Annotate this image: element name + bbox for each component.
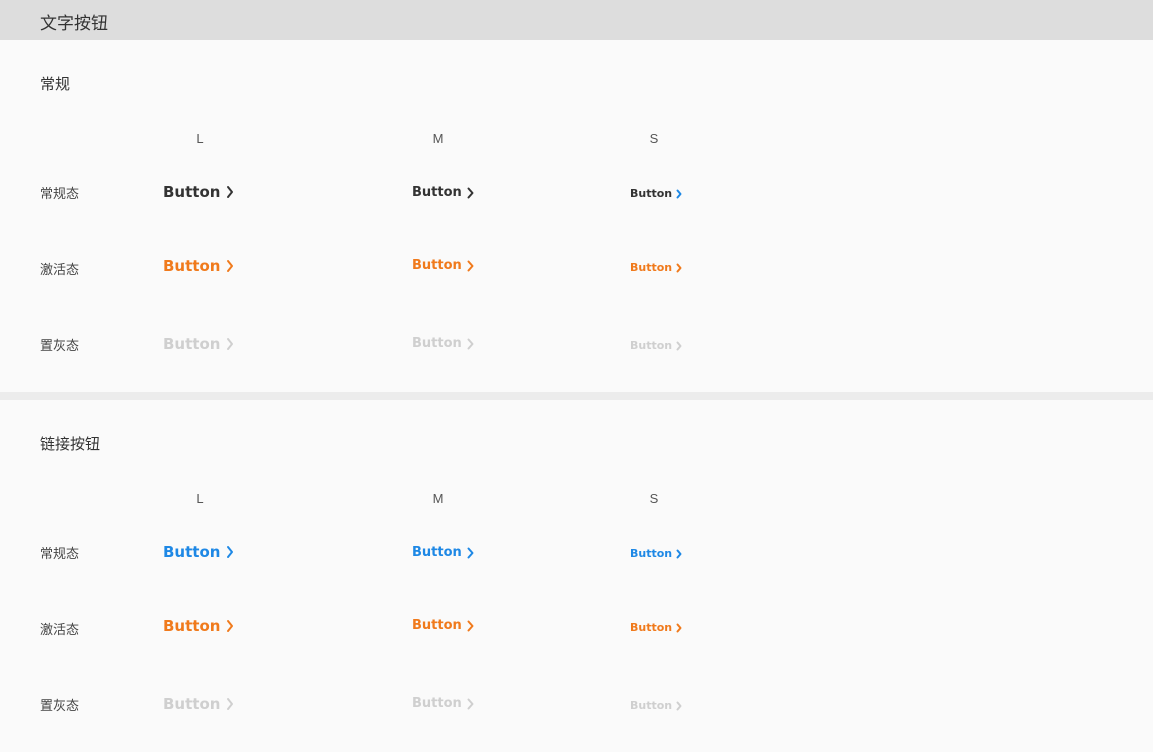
text-button-active-l[interactable]: Button <box>163 257 234 275</box>
button-label: Button <box>630 699 673 712</box>
column-head-s: S <box>649 131 659 146</box>
column-head-s: S <box>649 491 659 506</box>
text-button-active-s[interactable]: Button <box>630 261 682 274</box>
chevron-right-icon <box>676 341 682 350</box>
chevron-right-icon <box>227 260 234 272</box>
button-label: Button <box>630 261 673 274</box>
chevron-right-icon <box>676 623 682 632</box>
button-label: Button <box>630 621 673 634</box>
section-title: 常规 <box>40 75 71 93</box>
link-button-disabled-m: Button <box>412 696 474 711</box>
button-label: Button <box>163 695 221 713</box>
button-label: Button <box>630 547 673 560</box>
button-label: Button <box>163 183 221 201</box>
button-label: Button <box>163 335 221 353</box>
link-button-active-m[interactable]: Button <box>412 618 474 633</box>
row-label-active: 激活态 <box>40 623 80 638</box>
chevron-right-icon <box>227 338 234 350</box>
chevron-right-icon <box>467 260 474 271</box>
chevron-right-icon <box>467 547 474 558</box>
link-button-normal-s[interactable]: Button <box>630 547 682 560</box>
chevron-right-icon <box>467 620 474 631</box>
row-label-disabled: 置灰态 <box>40 699 80 714</box>
text-button-disabled-s: Button <box>630 339 682 352</box>
column-head-l: L <box>196 491 204 506</box>
button-label: Button <box>163 543 221 561</box>
text-button-disabled-m: Button <box>412 336 474 351</box>
chevron-right-icon <box>467 338 474 349</box>
text-button-normal-m[interactable]: Button <box>412 185 474 200</box>
chevron-right-icon <box>676 701 682 710</box>
link-button-normal-l[interactable]: Button <box>163 543 234 561</box>
row-label-normal: 常规态 <box>40 187 80 202</box>
button-label: Button <box>163 617 221 635</box>
chevron-right-icon <box>676 549 682 558</box>
column-head-l: L <box>196 131 204 146</box>
chevron-right-icon <box>676 189 682 198</box>
link-button-normal-m[interactable]: Button <box>412 545 474 560</box>
section-regular: 常规 L M S 常规态 激活态 置灰态 Button Button Butto… <box>0 40 1153 392</box>
link-button-active-s[interactable]: Button <box>630 621 682 634</box>
text-button-normal-s[interactable]: Button <box>630 187 682 200</box>
text-button-active-m[interactable]: Button <box>412 258 474 273</box>
button-label: Button <box>163 257 221 275</box>
text-button-disabled-l: Button <box>163 335 234 353</box>
section-link-buttons: 链接按钮 L M S 常规态 激活态 置灰态 Button Button But… <box>0 400 1153 752</box>
button-label: Button <box>412 336 462 351</box>
chevron-right-icon <box>227 698 234 710</box>
chevron-right-icon <box>676 263 682 272</box>
chevron-right-icon <box>467 187 474 198</box>
section-title: 链接按钮 <box>40 435 101 453</box>
button-label: Button <box>412 618 462 633</box>
link-button-disabled-s: Button <box>630 699 682 712</box>
chevron-right-icon <box>227 186 234 198</box>
row-label-active: 激活态 <box>40 263 80 278</box>
chevron-right-icon <box>227 546 234 558</box>
link-button-active-l[interactable]: Button <box>163 617 234 635</box>
button-label: Button <box>412 545 462 560</box>
button-label: Button <box>412 696 462 711</box>
text-button-normal-l[interactable]: Button <box>163 183 234 201</box>
button-label: Button <box>630 339 673 352</box>
chevron-right-icon <box>467 698 474 709</box>
chevron-right-icon <box>227 620 234 632</box>
row-label-normal: 常规态 <box>40 547 80 562</box>
link-button-disabled-l: Button <box>163 695 234 713</box>
page-title: 文字按钮 <box>40 14 108 34</box>
top-bar: 文字按钮 <box>0 0 1153 40</box>
column-head-m: M <box>432 131 444 146</box>
button-label: Button <box>630 187 673 200</box>
button-label: Button <box>412 258 462 273</box>
button-label: Button <box>412 185 462 200</box>
row-label-disabled: 置灰态 <box>40 339 80 354</box>
column-head-m: M <box>432 491 444 506</box>
